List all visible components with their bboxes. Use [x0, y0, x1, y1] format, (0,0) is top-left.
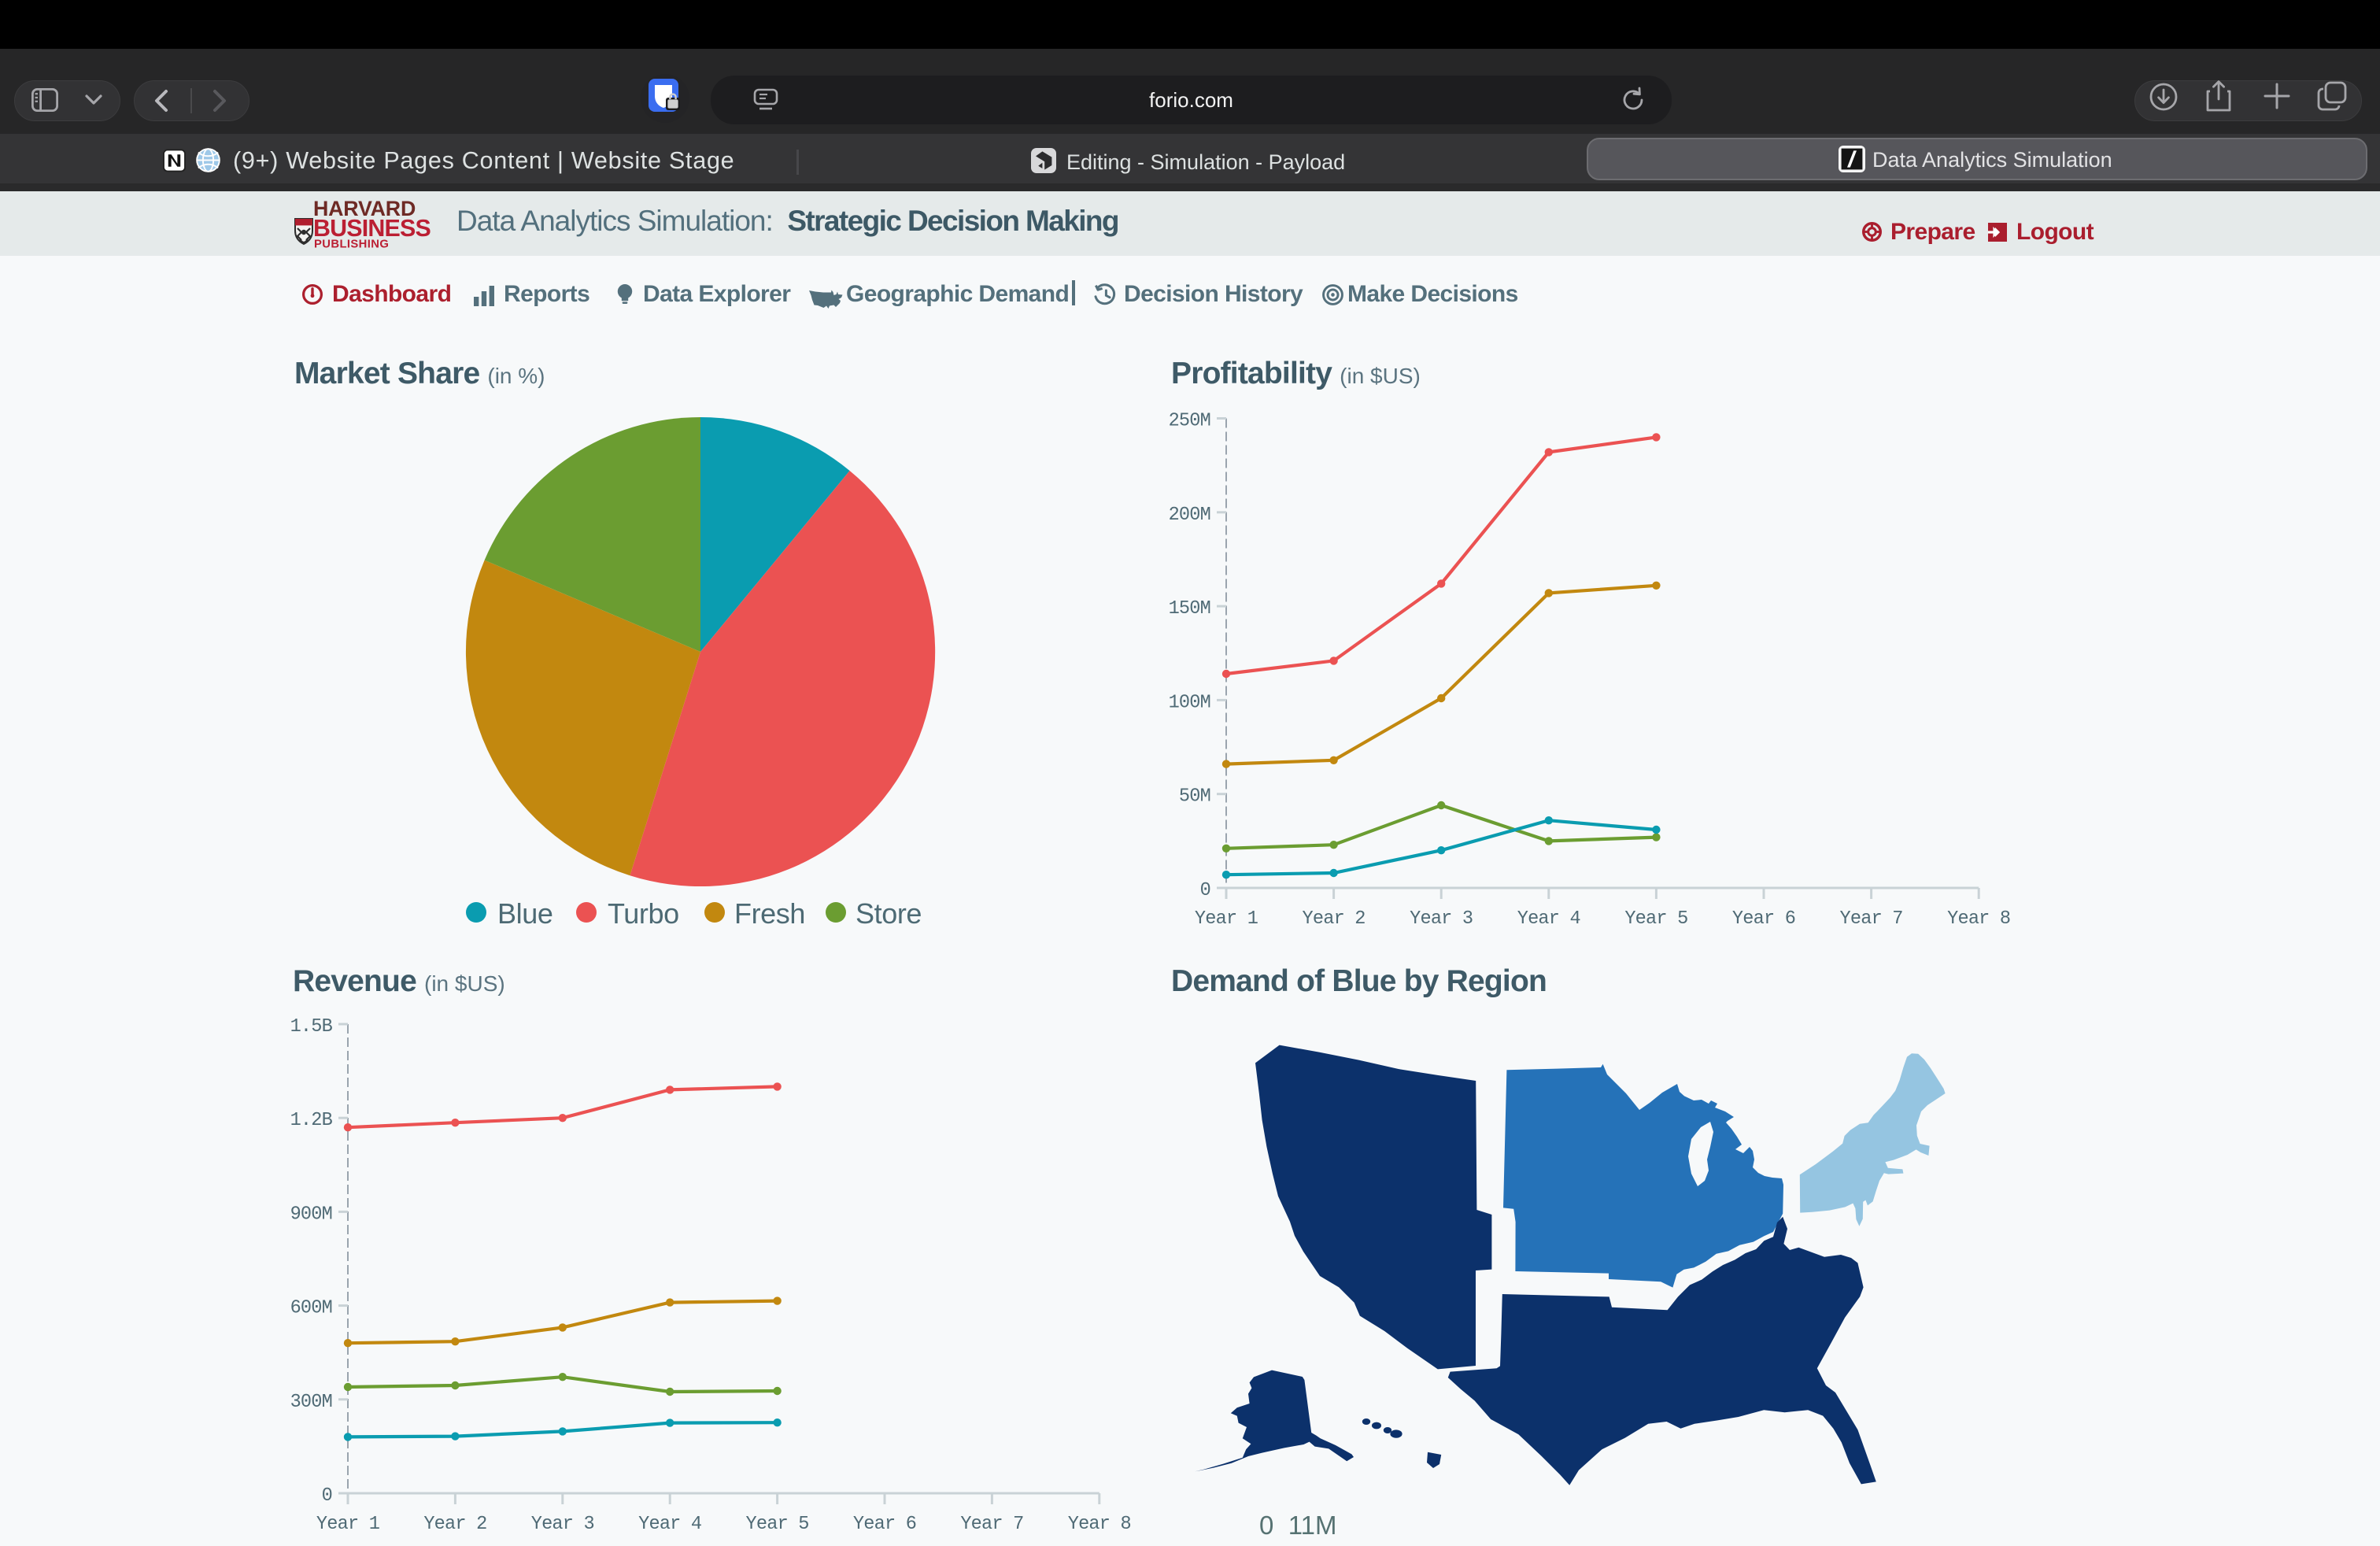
svg-text:Year 4: Year 4	[1517, 908, 1580, 930]
svg-text:Year 7: Year 7	[1840, 908, 1903, 930]
svg-text:Year 2: Year 2	[423, 1514, 486, 1535]
svg-text:Year 1: Year 1	[316, 1514, 380, 1535]
svg-text:Year 2: Year 2	[1303, 908, 1366, 930]
svg-text:150M: 150M	[1169, 598, 1210, 620]
svg-text:PUBLISHING: PUBLISHING	[314, 239, 389, 251]
svg-text:Year 5: Year 5	[1624, 908, 1687, 930]
svg-text:Year 3: Year 3	[1410, 908, 1473, 930]
svg-text:1.5B: 1.5B	[290, 1016, 333, 1037]
svg-text:Year 5: Year 5	[746, 1514, 809, 1535]
svg-text:Year 4: Year 4	[638, 1514, 701, 1535]
svg-text:Year 6: Year 6	[1732, 908, 1795, 930]
svg-text:200M: 200M	[1169, 505, 1210, 526]
svg-text:1.2B: 1.2B	[290, 1110, 333, 1131]
svg-text:Year 3: Year 3	[531, 1514, 594, 1535]
svg-text:600M: 600M	[290, 1298, 332, 1319]
svg-text:50M: 50M	[1179, 786, 1210, 808]
svg-text:Year 7: Year 7	[960, 1514, 1023, 1535]
svg-text:Year 1: Year 1	[1195, 908, 1258, 930]
svg-text:100M: 100M	[1169, 692, 1210, 713]
svg-text:0: 0	[1200, 880, 1210, 901]
svg-text:Year 6: Year 6	[853, 1514, 916, 1535]
svg-text:300M: 300M	[290, 1392, 332, 1413]
svg-text:Year 8: Year 8	[1068, 1514, 1131, 1535]
svg-text:250M: 250M	[1169, 411, 1210, 432]
svg-text:Year 8: Year 8	[1947, 908, 2010, 930]
svg-text:0: 0	[322, 1485, 332, 1507]
svg-text:900M: 900M	[290, 1204, 332, 1225]
